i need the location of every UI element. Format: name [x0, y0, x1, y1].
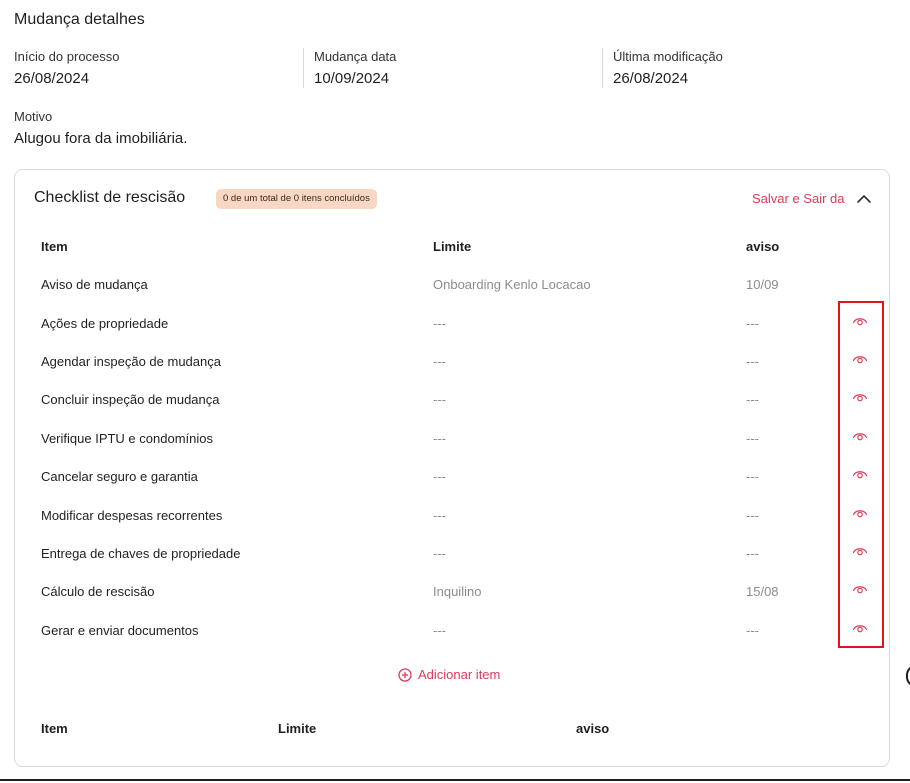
row-notice: --- — [746, 392, 759, 407]
row-item: Cancelar seguro e garantia — [41, 469, 198, 484]
row-notice: --- — [746, 623, 759, 638]
checklist-card: Checklist de rescisão 0 de um total de 0… — [14, 169, 890, 767]
row-item: Entrega de chaves de propriedade — [41, 546, 241, 561]
column-header-item: Item — [41, 239, 68, 254]
start-date-value: 26/08/2024 — [14, 70, 90, 87]
row-item: Modificar despesas recorrentes — [41, 508, 223, 523]
reason-label: Motivo — [14, 109, 53, 124]
table-row: Cancelar seguro e garantia --- --- — [15, 469, 891, 507]
table-row: Concluir inspeção de mudança --- --- — [15, 392, 891, 430]
reason-value: Alugou fora da imobiliária. — [14, 130, 188, 147]
divider — [303, 48, 304, 88]
row-notice: --- — [746, 469, 759, 484]
row-limit: Inquilino — [433, 584, 482, 599]
row-limit: --- — [433, 316, 446, 331]
footer-header-item: Item — [41, 721, 68, 736]
start-date-label: Início do processo — [14, 49, 120, 64]
table-row: Agendar inspeção de mudança --- --- — [15, 354, 891, 392]
checklist-title: Checklist de rescisão — [34, 189, 186, 206]
save-and-exit-link[interactable]: Salvar e Sair da — [752, 191, 845, 206]
move-date-value: 10/09/2024 — [314, 70, 390, 87]
last-modified-label: Última modificação — [613, 49, 723, 64]
add-item-button[interactable]: Adicionar item — [398, 667, 500, 682]
table-row: Verifique IPTU e condomínios --- --- — [15, 431, 891, 469]
row-notice: 15/08 — [746, 584, 779, 599]
add-item-label: Adicionar item — [418, 667, 501, 682]
column-header-limit: Limite — [433, 239, 472, 254]
table-row: Modificar despesas recorrentes --- --- — [15, 508, 891, 546]
row-notice: --- — [746, 546, 759, 561]
last-modified-value: 26/08/2024 — [613, 70, 689, 87]
row-item: Verifique IPTU e condomínios — [41, 431, 213, 446]
table-row: Ações de propriedade --- --- — [15, 316, 891, 354]
row-notice: --- — [746, 316, 759, 331]
row-limit: --- — [433, 469, 446, 484]
row-notice: --- — [746, 431, 759, 446]
row-item: Agendar inspeção de mudança — [41, 354, 221, 369]
chevron-up-icon[interactable] — [855, 191, 873, 207]
table-row: Gerar e enviar documentos --- --- — [15, 623, 891, 661]
row-limit: --- — [433, 623, 446, 638]
divider — [602, 48, 603, 88]
row-item: Aviso de mudança — [41, 277, 148, 292]
row-limit: --- — [433, 354, 446, 369]
status-badge: 0 de um total de 0 itens concluídos — [216, 189, 377, 209]
column-header-notice: aviso — [746, 239, 780, 254]
row-notice: --- — [746, 508, 759, 523]
footer-header-notice: aviso — [576, 721, 610, 736]
edge-shape — [906, 665, 910, 687]
footer-header-limit: Limite — [278, 721, 317, 736]
row-limit: --- — [433, 431, 446, 446]
row-item: Concluir inspeção de mudança — [41, 392, 220, 407]
row-limit: Onboarding Kenlo Locacao — [433, 277, 591, 292]
highlight-box — [838, 301, 884, 648]
row-item: Cálculo de rescisão — [41, 584, 155, 599]
page-title: Mudança detalhes — [14, 11, 145, 28]
row-limit: --- — [433, 546, 446, 561]
bottom-divider — [0, 779, 910, 781]
plus-circle-icon — [398, 667, 412, 682]
row-notice: 10/09 — [746, 277, 779, 292]
row-item: Gerar e enviar documentos — [41, 623, 199, 638]
table-row: Entrega de chaves de propriedade --- --- — [15, 546, 891, 584]
row-notice: --- — [746, 354, 759, 369]
table-row: Cálculo de rescisão Inquilino 15/08 — [15, 584, 891, 622]
row-item: Ações de propriedade — [41, 316, 169, 331]
table-row: Aviso de mudança Onboarding Kenlo Locacao… — [15, 277, 891, 315]
row-limit: --- — [433, 508, 446, 523]
move-date-label: Mudança data — [314, 49, 397, 64]
row-limit: --- — [433, 392, 446, 407]
